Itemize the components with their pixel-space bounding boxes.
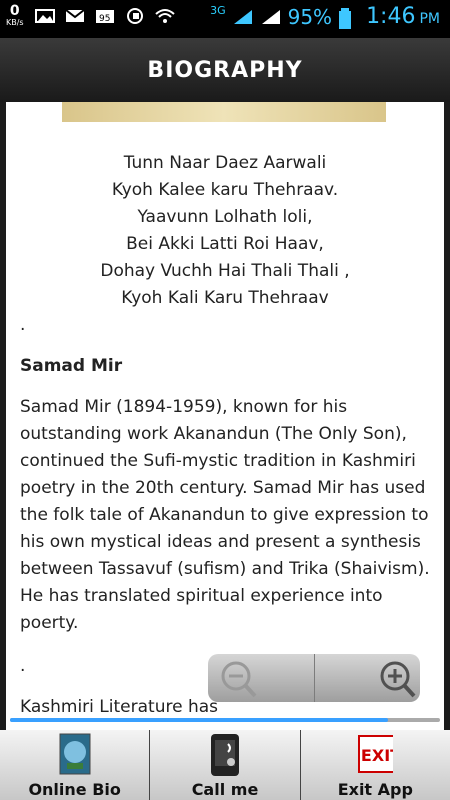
- battery-icon: [338, 7, 360, 29]
- horizontal-scrollbar[interactable]: [10, 718, 440, 722]
- zoom-out-button[interactable]: [208, 654, 315, 702]
- status-right: 3G 95% 1:46 PM: [210, 4, 440, 29]
- image-icon: [34, 7, 56, 25]
- biography-page[interactable]: Tunn Naar Daez Aarwali Kyoh Kalee karu T…: [6, 102, 444, 730]
- verse-line: Bei Akki Latti Roi Haav,: [126, 234, 324, 254]
- online-bio-label: Online Bio: [28, 780, 121, 799]
- verse-line: Tunn Naar Daez Aarwali: [123, 153, 327, 173]
- clock: 1:46 PM: [366, 4, 440, 29]
- network-speed: 0 KB/s: [6, 4, 24, 28]
- bottom-bar: Online Bio Call me EXIT Exit App: [0, 730, 450, 800]
- sync-icon: [124, 7, 146, 25]
- verse-line: Yaavunn Lolhath loli,: [137, 207, 313, 227]
- kbps-value: 0: [9, 3, 20, 19]
- clock-ampm: PM: [419, 11, 440, 27]
- exit-badge-text: EXIT: [361, 746, 393, 765]
- network-type: 3G: [210, 4, 226, 17]
- exit-icon: EXIT: [358, 735, 394, 773]
- battery-percent: 95%: [287, 4, 333, 29]
- verse: Tunn Naar Daez Aarwali Kyoh Kalee karu T…: [20, 150, 430, 312]
- call-me-label: Call me: [191, 780, 259, 799]
- phone-icon: [210, 734, 239, 776]
- kbps-unit: KB/s: [6, 18, 24, 27]
- gmail-icon: [64, 7, 86, 25]
- zoom-out-icon: [221, 661, 257, 698]
- exit-app-label: Exit App: [337, 780, 413, 799]
- banner-image: [62, 102, 386, 122]
- zoom-controls: [208, 654, 420, 702]
- content-frame: Tunn Naar Daez Aarwali Kyoh Kalee karu T…: [0, 102, 450, 730]
- signal-2-icon: [260, 8, 282, 26]
- call-me-button[interactable]: Call me: [150, 730, 301, 800]
- scrollbar-thumb[interactable]: [10, 718, 389, 722]
- separator-dot: .: [20, 315, 26, 335]
- section-paragraph: Samad Mir (1894-1959), known for his out…: [20, 397, 430, 633]
- verse-line: Kyoh Kalee karu Thehraav.: [111, 180, 339, 200]
- svg-text:95: 95: [99, 14, 110, 24]
- zoom-in-icon: [380, 661, 416, 698]
- biography-text: Tunn Naar Daez Aarwali Kyoh Kalee karu T…: [20, 150, 430, 730]
- status-bar: 0 KB/s 95 3G 95% 1:46 PM: [0, 0, 450, 38]
- verse-line: Dohay Vuchh Hai Thali Thali ,: [100, 261, 350, 281]
- online-bio-icon: [59, 733, 91, 775]
- section-heading: Samad Mir: [20, 356, 123, 376]
- title-bar: BIOGRAPHY: [0, 38, 450, 102]
- status-left: 0 KB/s 95: [6, 4, 176, 28]
- exit-app-button[interactable]: EXIT Exit App: [300, 730, 450, 800]
- zoom-in-button[interactable]: [315, 654, 421, 702]
- online-bio-button[interactable]: Online Bio: [0, 730, 151, 800]
- wifi-icon: [154, 7, 176, 25]
- signal-icon: [232, 8, 254, 26]
- calendar-icon: 95: [94, 7, 116, 25]
- verse-line: Kyoh Kali Karu Thehraav: [121, 288, 329, 308]
- page-title: BIOGRAPHY: [147, 57, 303, 83]
- clock-time: 1:46: [366, 4, 416, 29]
